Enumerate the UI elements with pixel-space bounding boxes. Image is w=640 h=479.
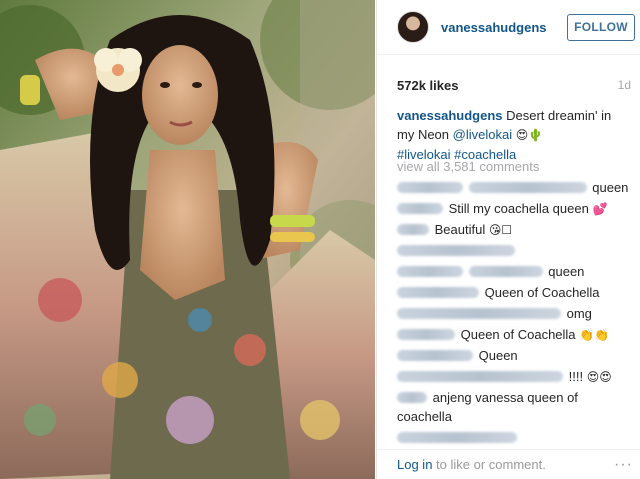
comment-username-blurred[interactable] (397, 350, 473, 361)
caption-emoji: 😍🌵 (515, 128, 544, 142)
comment-username-blurred[interactable] (397, 224, 429, 235)
comment-text: Still my coachella queen (448, 201, 589, 216)
comment-text: omg (566, 306, 592, 321)
comment-text: queen (592, 180, 629, 195)
post-footer: Log in to like or comment. ··· (377, 449, 640, 479)
login-link[interactable]: Log in (397, 457, 432, 472)
comment-emoji: 😘☐ (488, 223, 513, 237)
comment-emoji: 👏👏 (579, 328, 610, 342)
comment-text: !!!! (568, 369, 584, 384)
comment-emoji: 💕 (592, 202, 608, 216)
comment-username-blurred[interactable] (397, 245, 515, 256)
comment-text: Beautiful (434, 222, 486, 237)
post-side-panel: vanessahudgens FOLLOW 572k likes 1d vane… (376, 0, 640, 479)
comment-username-blurred[interactable] (397, 329, 455, 340)
comment-text-blurred (468, 266, 543, 277)
comment-item: !!!! 😍😍 (397, 367, 633, 388)
comment-item: Queen of Coachella 👏👏 (397, 325, 633, 346)
caption-username[interactable]: vanessahudgens (397, 108, 503, 123)
comment-username-blurred[interactable] (397, 266, 463, 277)
comment-item: queen (397, 262, 633, 283)
comment-item: queen (397, 178, 633, 199)
comment-username-blurred[interactable] (397, 203, 443, 214)
comment-text: queen (548, 264, 585, 279)
comment-item: Queen (397, 346, 633, 367)
comment-item (397, 428, 633, 449)
login-prompt: Log in to like or comment. (397, 457, 546, 472)
comment-item: Beautiful 😘☐ (397, 220, 633, 241)
likes-count[interactable]: 572k likes (397, 78, 458, 93)
view-all-comments-link[interactable]: view all 3,581 comments (397, 159, 539, 174)
comment-username-blurred[interactable] (397, 308, 561, 319)
comment-username-blurred[interactable] (397, 287, 479, 298)
comment-username-blurred[interactable] (397, 432, 517, 443)
post-photo-illustration (0, 0, 375, 479)
comment-username-blurred[interactable] (397, 371, 563, 382)
post-caption: vanessahudgens Desert dreamin' in my Neo… (397, 106, 629, 164)
post-photo[interactable] (0, 0, 375, 479)
comment-item: omg (397, 304, 633, 325)
caption-mention[interactable]: @livelokai (453, 127, 512, 142)
comment-text-blurred (468, 182, 587, 193)
comment-text: Queen of Coachella (484, 285, 600, 300)
login-prompt-text: to like or comment. (436, 457, 546, 472)
comment-item: Queen of Coachella (397, 283, 633, 304)
comment-item: Still my coachella queen 💕 (397, 199, 633, 220)
comment-emoji: 😍😍 (586, 370, 612, 384)
comment-item: anjeng vanessa queen of coachella (397, 388, 633, 428)
follow-button[interactable]: FOLLOW (567, 13, 635, 41)
comment-text: Queen of Coachella (460, 327, 576, 342)
comment-username-blurred[interactable] (397, 392, 427, 403)
more-options-icon[interactable]: ··· (614, 456, 633, 472)
header-username[interactable]: vanessahudgens (441, 20, 567, 35)
comment-text: Queen (478, 348, 518, 363)
post-header: vanessahudgens FOLLOW (377, 0, 640, 55)
comment-item (397, 241, 633, 262)
likes-row: 572k likes 1d (397, 76, 637, 94)
post-time[interactable]: 1d (618, 78, 631, 92)
avatar[interactable] (397, 11, 429, 43)
comment-username-blurred[interactable] (397, 182, 463, 193)
comment-list: queen Still my coachella queen 💕 Beautif… (397, 178, 633, 449)
